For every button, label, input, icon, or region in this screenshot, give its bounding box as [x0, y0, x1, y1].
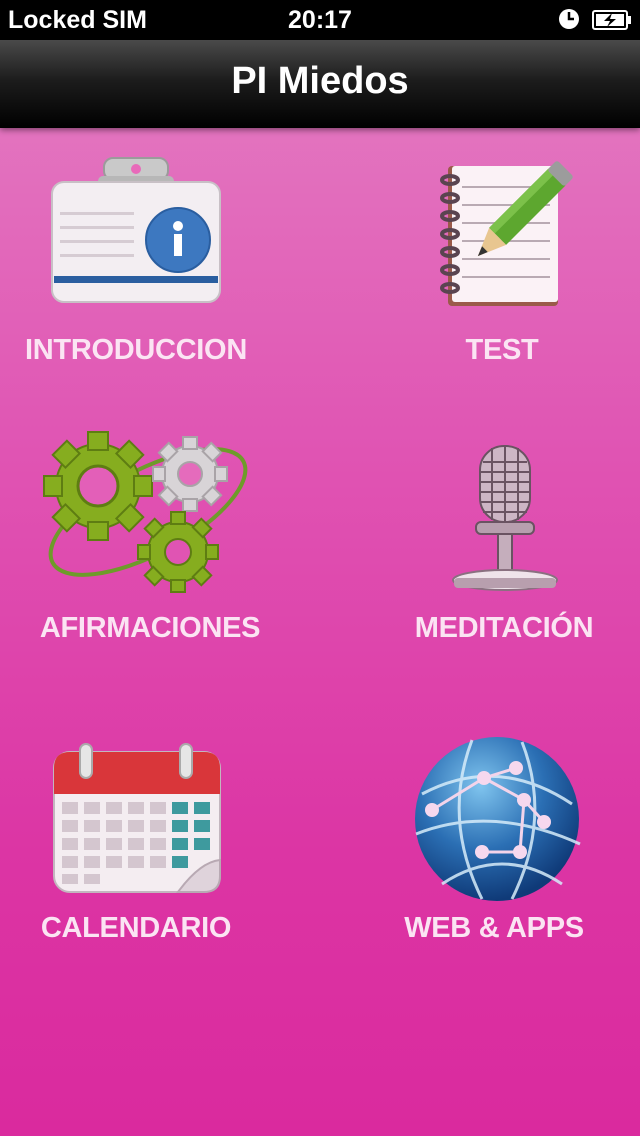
menu-item-label: INTRODUCCION — [25, 334, 247, 366]
calendar-icon — [53, 743, 221, 893]
menu-item-test[interactable]: TEST — [372, 150, 632, 410]
menu-item-meditacion[interactable]: MEDITACIÓN — [374, 428, 634, 688]
menu-item-label: WEB & APPS — [404, 912, 584, 944]
navigation-bar: PI Miedos — [0, 40, 640, 128]
notepad-pencil-icon — [440, 161, 573, 306]
status-time: 20:17 — [288, 6, 352, 34]
microphone-icon — [452, 445, 558, 591]
menu-item-label: MEDITACIÓN — [414, 612, 594, 644]
menu-item-web-apps[interactable]: WEB & APPS — [364, 728, 624, 988]
id-badge-info-icon — [51, 157, 221, 303]
globe-network-icon — [415, 737, 581, 901]
status-bar: Locked SIM 20:17 — [0, 0, 640, 40]
menu-item-label: TEST — [465, 334, 539, 366]
menu-item-label: AFIRMACIONES — [39, 612, 261, 644]
menu-item-label: CALENDARIO — [40, 912, 232, 944]
menu-item-calendario[interactable]: CALENDARIO — [6, 728, 266, 988]
menu-item-afirmaciones[interactable]: AFIRMACIONES — [18, 428, 278, 688]
battery-icon — [592, 10, 631, 30]
menu-item-introduccion[interactable]: INTRODUCCION — [12, 150, 272, 410]
alarm-clock-icon — [559, 9, 579, 29]
gears-icon — [43, 431, 248, 593]
page-title: PI Miedos — [231, 60, 409, 102]
